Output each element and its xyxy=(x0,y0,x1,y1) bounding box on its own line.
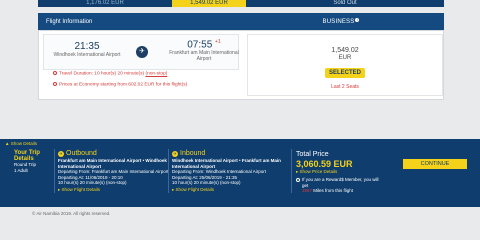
flight-card: 21:35 Windhoek International Airport ✈ 0… xyxy=(38,30,444,100)
outbound-duration: 10 hour(s) 20 minute(s) (non-stop) xyxy=(58,180,127,185)
sold-out-cell: Sold Out xyxy=(246,0,444,7)
plane-icon: ✈ xyxy=(58,150,64,157)
inbound-duration: 10 hour(s) 20 minute(s) (non-stop) xyxy=(172,180,241,185)
total-price-block: Total Price 3,060.59 EUR ▸ Show Price De… xyxy=(296,151,386,194)
inbound-label: Inbound xyxy=(180,150,206,157)
arrival-time: 07:55 +1 xyxy=(169,39,239,50)
outbound-link-label: Show Flight Details xyxy=(61,186,101,192)
plane-icon: ✈ xyxy=(136,46,148,58)
info-circle-icon xyxy=(296,177,300,182)
divider xyxy=(168,149,169,193)
show-details-label: Show Details xyxy=(10,141,37,146)
show-details-link[interactable]: ▲ Show Details xyxy=(5,141,37,146)
business-label: BUSINESS xyxy=(322,19,355,25)
departure-block: 21:35 Windhoek International Airport xyxy=(52,41,122,58)
continue-button[interactable]: CONTINUE xyxy=(403,159,467,169)
inbound-link-label: Show Flight Details xyxy=(175,186,215,192)
departure-time: 21:35 xyxy=(74,41,100,52)
selected-button[interactable]: SELECTED xyxy=(324,68,365,78)
reward-text-main: If you are a Reward$ Member, you will ge… xyxy=(302,177,379,188)
business-fare-cell[interactable]: 1,549.02 EUR SELECTED Last 2 Seats xyxy=(247,34,443,96)
seats-left: Last 2 Seats xyxy=(331,84,359,90)
economy-promo: Prices at Economy starting from 602.02 E… xyxy=(53,82,187,88)
reward-miles-note: If you are a Reward$ Member, you will ge… xyxy=(296,177,386,194)
fare-summary-row: 1,176.02 EUR 1,549.02 EUR Sold Out xyxy=(38,0,444,7)
inbound-summary: ✈ Inbound Windhoek International Airport … xyxy=(172,150,287,193)
total-price-amount: 3,060.59 EUR xyxy=(296,159,353,169)
outbound-summary: ✈ Outbound Frankfurt am Main Internationa… xyxy=(58,150,173,193)
business-price-cell[interactable]: 1,549.02 EUR xyxy=(172,0,246,7)
info-circle-icon xyxy=(53,82,57,86)
duration-text: Travel Duration: 10 hour(s) 20 minute(s) xyxy=(59,71,145,77)
arrival-time-value: 07:55 xyxy=(187,39,213,51)
reward-text: If you are a Reward$ Member, you will ge… xyxy=(302,177,386,194)
arrival-airport: Frankfurt am Main International Airport xyxy=(169,50,239,63)
outbound-flight-details-link[interactable]: ▸ Show Flight Details xyxy=(58,187,173,193)
fare-price: 1,549.02 xyxy=(331,47,359,54)
price-details-link[interactable]: ▸ Show Price Details xyxy=(296,169,386,175)
outbound-label: Outbound xyxy=(66,150,97,157)
booking-summary-bar: ▲ Show Details Your Trip Details Round T… xyxy=(0,139,480,207)
outbound-departing-from: Departing From: Frankfurt am Main Intern… xyxy=(58,169,169,174)
passenger-count: 1 Adult xyxy=(14,167,28,173)
fare-currency: EUR xyxy=(338,55,352,61)
copyright-text: © Air Namibia 2019. All rights reserved. xyxy=(32,211,111,216)
total-price-title: Total Price xyxy=(296,151,329,158)
economy-price-cell[interactable]: 1,176.02 EUR xyxy=(38,0,172,7)
non-stop-link[interactable]: (non-stop) xyxy=(145,72,167,77)
divider xyxy=(54,149,55,193)
flight-information-heading: Flight Information xyxy=(46,18,93,25)
trip-details: Your Trip Details Round Trip 1 Adult xyxy=(14,150,40,173)
travel-duration[interactable]: Travel Duration: 10 hour(s) 20 minute(s)… xyxy=(53,71,167,77)
outbound-title: ✈ Outbound xyxy=(58,150,173,157)
info-icon[interactable]: i xyxy=(355,18,360,22)
business-heading: BUSINESS i xyxy=(238,18,444,25)
reward-miles-count: 1867 xyxy=(302,188,313,193)
clock-icon xyxy=(53,71,57,75)
inbound-flight-details-link[interactable]: ▸ Show Flight Details xyxy=(172,187,287,193)
outbound-route: Frankfurt am Main International Airport … xyxy=(58,158,167,169)
inbound-route: Windhoek International Airport • Frankfu… xyxy=(172,158,281,169)
reward-text-suffix: Miles from this flight xyxy=(313,188,354,193)
departure-airport: Windhoek International Airport xyxy=(53,52,121,58)
inbound-title: ✈ Inbound xyxy=(172,150,287,157)
arrival-block: 07:55 +1 Frankfurt am Main International… xyxy=(169,39,239,62)
trip-type: Round Trip xyxy=(14,162,37,167)
promo-text: Prices at Economy starting from 602.02 E… xyxy=(59,82,188,88)
flight-leg: 21:35 Windhoek International Airport ✈ 0… xyxy=(43,34,239,70)
plane-icon: ✈ xyxy=(172,150,178,157)
day-offset: +1 xyxy=(215,39,221,45)
flight-table-header: Flight Information BUSINESS i xyxy=(38,13,444,30)
divider xyxy=(291,149,292,193)
price-details-label: Show Price Details xyxy=(299,169,338,174)
